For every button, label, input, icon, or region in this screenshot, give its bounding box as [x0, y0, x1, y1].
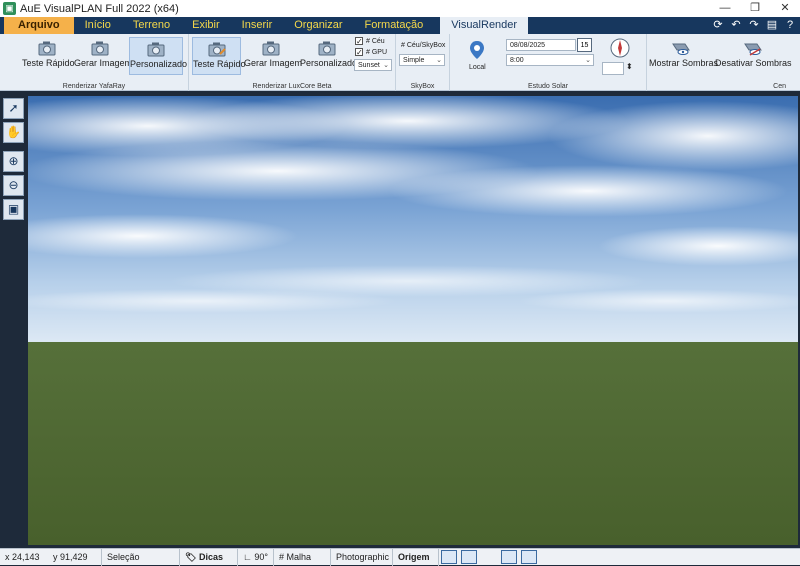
angle-snap[interactable]: ∟ 90° — [238, 548, 274, 566]
snap-edge-icon[interactable] — [461, 550, 477, 564]
help-icon[interactable]: ? — [784, 19, 796, 32]
snap-perpendicular-icon[interactable] — [481, 550, 497, 564]
angle-input[interactable] — [602, 62, 624, 75]
camera-icon — [91, 41, 109, 56]
zoom-window-icon[interactable]: ▣ — [3, 199, 24, 220]
ribbon-tab-bar: Arquivo Início Terreno Exibir Inserir Or… — [0, 17, 800, 34]
spin-arrows-icon[interactable]: ⬍ — [626, 62, 633, 71]
group-luxcore: Teste Rápido Gerar Imagem Personalizado … — [189, 34, 396, 91]
group-skybox: # Céu/SkyBox Simple ⌄ SkyBox — [396, 34, 450, 91]
angle-icon: ∟ — [243, 551, 252, 562]
yafaray-generate-image-button[interactable]: Gerar Imagem — [74, 37, 132, 75]
group-yafaray: Teste Rápido Gerar Imagem Personalizado … — [0, 34, 189, 91]
save-icon[interactable]: ▤ — [766, 19, 778, 32]
gpu-checkbox[interactable]: ✓ # GPU — [355, 48, 387, 57]
tab-inserir[interactable]: Inserir — [231, 17, 284, 34]
location-pin-icon[interactable] — [468, 40, 486, 60]
restore-icon[interactable]: ❐ — [740, 0, 770, 17]
grid-toggle[interactable]: # Malha — [274, 548, 331, 566]
tab-file[interactable]: Arquivo — [4, 17, 74, 34]
undo-icon[interactable]: ↶ — [730, 19, 742, 32]
chevron-down-icon: ⌄ — [436, 57, 442, 64]
camera-icon — [38, 41, 56, 56]
calendar-icon[interactable]: 15 — [577, 38, 592, 52]
coord-y: y 91,429 — [48, 548, 102, 566]
time-select[interactable]: 8:00 ⌄ — [506, 54, 594, 66]
tips-toggle[interactable]: 🏷 Dicas — [180, 548, 238, 566]
camera-pencil-icon — [208, 42, 226, 57]
title-bar: ▣ AuE VisualPLAN Full 2022 (x64) — ❐ ✕ — [0, 0, 800, 17]
skybox-select[interactable]: Simple ⌄ — [399, 54, 445, 66]
coord-x: x 24,143 — [5, 551, 40, 562]
tab-inicio[interactable]: Início — [74, 17, 122, 34]
group-solar-study: Local 08/08/2025 15 8:00 ⌄ ⬍ Estudo Sola… — [450, 34, 647, 91]
zoom-out-icon[interactable]: ⊖ — [3, 175, 24, 196]
hide-shadows-button[interactable]: Desativar Sombras — [715, 37, 792, 75]
sky-preset-select[interactable]: Sunset ⌄ — [354, 59, 392, 71]
yafaray-quick-test-button[interactable]: Teste Rápido — [22, 37, 75, 75]
luxcore-generate-image-button[interactable]: Gerar Imagem — [244, 37, 302, 75]
compass-icon[interactable] — [610, 38, 630, 58]
group-scene: Mostrar Sombras Desativar Sombras Cen — [647, 34, 800, 91]
tab-formatacao[interactable]: Formatação — [354, 17, 435, 34]
group-label-yafaray: Renderizar YafaRay — [62, 83, 126, 90]
ground-plane — [28, 342, 798, 545]
select-arrow-icon[interactable]: ➚ — [3, 98, 24, 119]
tab-exibir[interactable]: Exibir — [181, 17, 231, 34]
luxcore-quick-test-button[interactable]: Teste Rápido — [192, 37, 246, 75]
skybox-title: # Céu/SkyBox — [401, 42, 446, 49]
render-viewport[interactable] — [28, 96, 798, 545]
window-title: AuE VisualPLAN Full 2022 (x64) — [20, 2, 179, 15]
redo-icon[interactable]: ↷ — [748, 19, 760, 32]
group-label-luxcore: Renderizar LuxCore Beta — [252, 83, 332, 90]
chevron-down-icon: ⌄ — [585, 57, 591, 64]
camera-gear-icon — [318, 41, 335, 56]
date-input[interactable]: 08/08/2025 — [506, 39, 576, 51]
luxcore-custom-button[interactable]: Personalizado — [300, 37, 357, 75]
sky-checkbox[interactable]: ✓ # Céu — [355, 37, 385, 46]
shadow-eye-icon — [672, 43, 690, 55]
app-logo-icon: ▣ — [3, 2, 16, 15]
status-bar: x 24,143 y 91,429 Seleção 🏷 Dicas ∟ 90° … — [0, 548, 800, 566]
checkbox-checked-icon: ✓ — [355, 37, 363, 46]
yafaray-custom-button[interactable]: Personalizado — [129, 37, 187, 75]
shadow-eye-off-icon — [744, 43, 762, 56]
origin-button[interactable]: Origem — [393, 548, 439, 566]
tab-organizar[interactable]: Organizar — [283, 17, 353, 34]
snap-point-icon[interactable] — [521, 550, 537, 564]
snap-center-icon[interactable] — [501, 550, 517, 564]
show-shadows-button[interactable]: Mostrar Sombras — [649, 37, 718, 75]
tab-visualrender[interactable]: VisualRender — [440, 17, 529, 34]
tool-panel: ➚ ✋ ⊕ ⊖ ▣ — [0, 95, 27, 546]
selection-mode[interactable]: Seleção — [102, 548, 180, 566]
tab-terreno[interactable]: Terreno — [122, 17, 181, 34]
group-label-scene: Cen — [773, 83, 786, 90]
chevron-down-icon: ⌄ — [383, 62, 389, 69]
render-style[interactable]: Photographic — [331, 548, 393, 566]
sky-ground-scene — [28, 96, 798, 545]
grid-icon: # — [279, 551, 285, 562]
camera-icon — [262, 41, 280, 56]
group-label-skybox: SkyBox — [410, 83, 435, 90]
checkbox-checked-icon: ✓ — [355, 48, 363, 57]
tag-icon: 🏷 — [185, 551, 197, 562]
group-label-solar: Estudo Solar — [527, 83, 569, 90]
pan-hand-icon[interactable]: ✋ — [3, 122, 24, 143]
ribbon: Teste Rápido Gerar Imagem Personalizado … — [0, 34, 800, 91]
minimize-icon[interactable]: — — [710, 0, 740, 17]
camera-gear-icon — [147, 42, 165, 57]
local-label[interactable]: Local — [469, 64, 486, 71]
snap-line-icon[interactable] — [441, 550, 457, 564]
quick-access-toolbar: ⟳ ↶ ↷ ▤ ? — [712, 17, 796, 34]
refresh-icon[interactable]: ⟳ — [712, 19, 724, 32]
zoom-in-icon[interactable]: ⊕ — [3, 151, 24, 172]
close-icon[interactable]: ✕ — [770, 0, 800, 17]
